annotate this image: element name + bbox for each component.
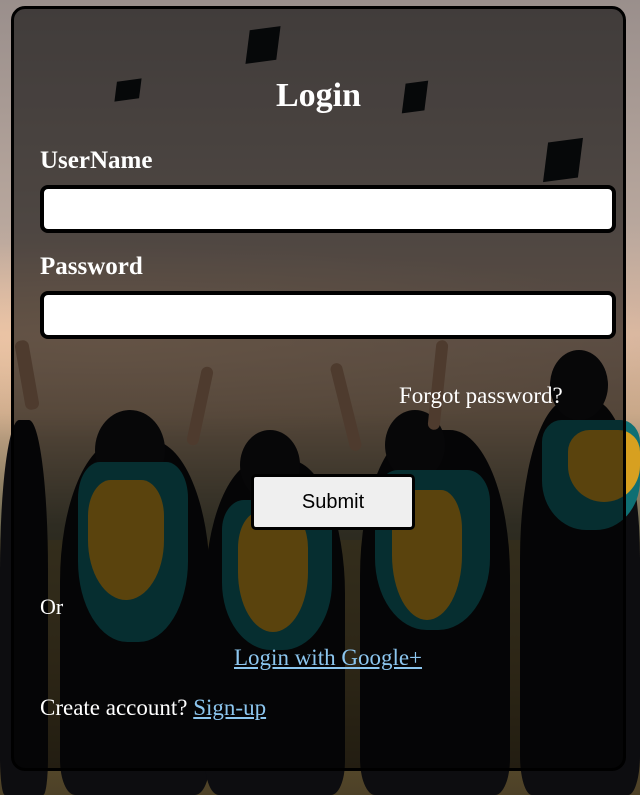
create-account-prompt: Create account? <box>40 695 188 720</box>
signup-link[interactable]: Sign-up <box>193 695 266 720</box>
password-label: Password <box>40 253 143 280</box>
username-input[interactable] <box>40 185 616 233</box>
password-input[interactable] <box>40 291 616 339</box>
submit-button[interactable]: Submit <box>251 474 415 530</box>
login-card: Login UserName Password Forgot password?… <box>11 6 626 771</box>
or-divider-text: Or <box>40 594 64 619</box>
google-login-link[interactable]: Login with Google+ <box>234 645 422 671</box>
forgot-password-link[interactable]: Forgot password? <box>399 383 563 409</box>
page-title: Login <box>275 77 362 114</box>
create-account-row: Create account? Sign-up <box>40 695 266 721</box>
username-label: UserName <box>40 147 153 174</box>
